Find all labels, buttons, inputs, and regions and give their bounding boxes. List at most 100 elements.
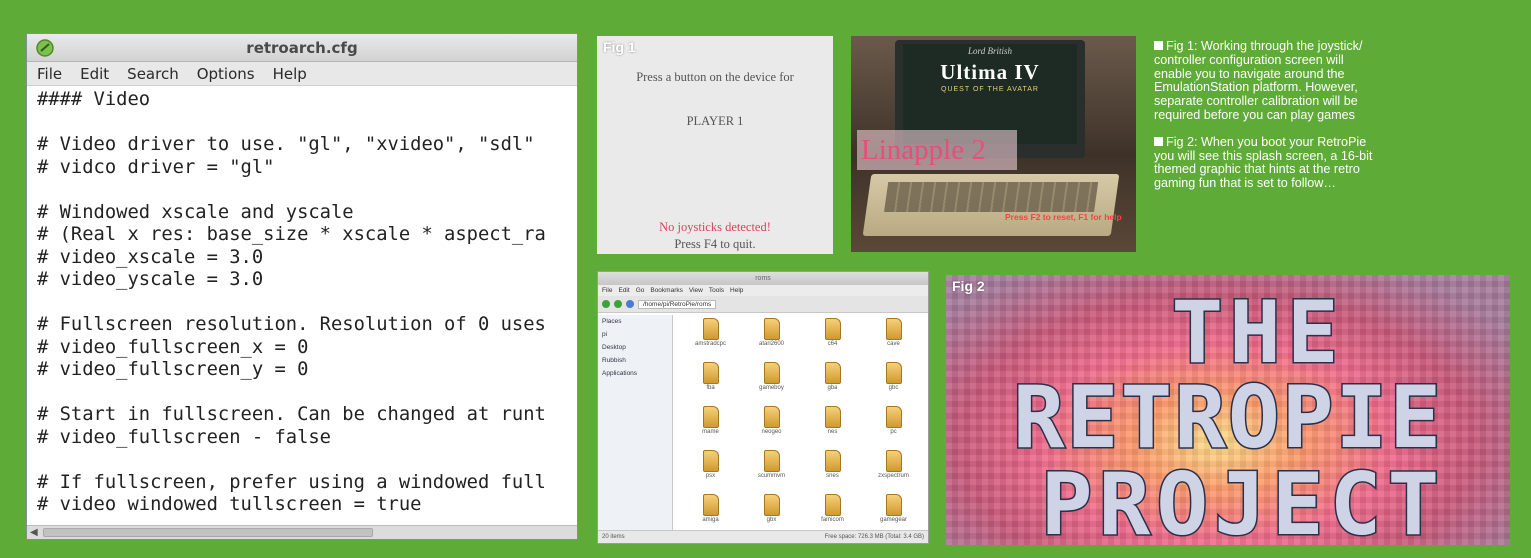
fm-menu-help[interactable]: Help	[730, 285, 743, 296]
fm-folder-item[interactable]: scummvm	[741, 448, 802, 492]
fm-folder-item[interactable]: snes	[802, 448, 863, 492]
fm-folder-label: zxspectrum	[878, 473, 909, 479]
caption-fig1-text: Fig 1: Working through the joystick/ con…	[1154, 39, 1363, 122]
ultima-apple2-photo: Lord British Ultima IV QUEST OF THE AVAT…	[851, 36, 1136, 252]
caption-bullet-icon	[1154, 41, 1163, 50]
fm-folder-label: famicom	[821, 517, 844, 523]
fm-folder-label: gameboy	[759, 385, 784, 391]
folder-icon	[824, 494, 841, 516]
fm-folder-item[interactable]: neogeo	[741, 404, 802, 448]
folder-icon	[702, 318, 719, 340]
fm-folder-item[interactable]: c64	[802, 316, 863, 360]
fm-folder-label: amiga	[702, 517, 719, 523]
monitor-screen: Lord British Ultima IV QUEST OF THE AVAT…	[903, 44, 1077, 144]
folder-icon	[824, 362, 841, 384]
fm-folder-label: c64	[827, 341, 838, 347]
fm-folder-label: gbx	[766, 517, 777, 523]
splash-line-project: PROJECT	[1039, 454, 1446, 546]
caption-fig1: Fig 1: Working through the joystick/ con…	[1154, 39, 1376, 123]
fm-sidebar-desktop[interactable]: Desktop	[598, 341, 672, 354]
fm-folder-item[interactable]: fba	[680, 360, 741, 404]
fm-folder-item[interactable]: cave	[863, 316, 924, 360]
keyboard-keys	[884, 182, 1099, 212]
fm-folder-item[interactable]: atari2600	[741, 316, 802, 360]
apple2-keyboard	[862, 174, 1120, 236]
fm-folder-item[interactable]: pc	[863, 404, 924, 448]
folder-icon	[763, 318, 780, 340]
folder-icon	[763, 362, 780, 384]
folder-icon	[824, 450, 841, 472]
fm-folder-label: snes	[826, 473, 839, 479]
fm-folder-label: pc	[890, 429, 897, 435]
folder-icon	[763, 450, 780, 472]
editor-text-area[interactable]: #### Video # Video driver to use. "gl", …	[27, 86, 577, 515]
fm-sidebar-applications[interactable]: Applications	[598, 367, 672, 380]
fm-folder-item[interactable]: gbc	[863, 360, 924, 404]
fm-menu-edit[interactable]: Edit	[618, 285, 629, 296]
fm-folder-label: fba	[706, 385, 715, 391]
horizontal-scrollbar[interactable]: ◀	[27, 525, 577, 539]
forward-icon[interactable]	[614, 300, 622, 308]
fm-folder-label: psx	[705, 473, 716, 479]
folder-icon	[702, 494, 719, 516]
fm-folder-item[interactable]: gba	[802, 360, 863, 404]
folder-icon	[885, 318, 902, 340]
fm-sidebar-rubbish[interactable]: Rubbish	[598, 354, 672, 367]
player-label: PLAYER 1	[686, 114, 744, 128]
menu-help[interactable]: Help	[273, 65, 307, 83]
menu-file[interactable]: File	[37, 65, 62, 83]
retroarch-editor-window: retroarch.cfg File Edit Search Options H…	[26, 33, 578, 540]
fm-menu-file[interactable]: File	[602, 285, 612, 296]
game-subtitle: Lord British	[968, 46, 1012, 56]
no-joysticks-warning: No joysticks detected!	[659, 220, 771, 234]
fm-sidebar-home[interactable]: pi	[598, 328, 672, 341]
fm-toolbar: /home/pi/RetroPie/roms	[598, 296, 928, 313]
editor-menubar: File Edit Search Options Help	[27, 62, 577, 86]
fig1-label: Fig 1	[603, 39, 636, 55]
folder-icon	[885, 450, 902, 472]
fm-folder-label: scummvm	[757, 473, 786, 479]
fm-menu-tools[interactable]: Tools	[709, 285, 724, 296]
caption-fig2: Fig 2: When you boot your RetroPie you w…	[1154, 135, 1376, 191]
home-icon[interactable]	[626, 300, 634, 308]
fm-menu-bookmarks[interactable]: Bookmarks	[650, 285, 683, 296]
fm-sidebar-heading: Places	[602, 318, 622, 325]
fig2-label: Fig 2	[952, 278, 985, 294]
fm-folder-label: mame	[702, 429, 719, 435]
folder-icon	[763, 406, 780, 428]
fm-title: roms	[598, 272, 928, 285]
fm-folder-item[interactable]: nes	[802, 404, 863, 448]
game-title: Ultima IV	[940, 60, 1040, 84]
scrollbar-thumb[interactable]	[43, 528, 373, 537]
menu-options[interactable]: Options	[197, 65, 255, 83]
fm-folder-item[interactable]: mame	[680, 404, 741, 448]
file-manager-window: roms File Edit Go Bookmarks View Tools H…	[597, 271, 929, 544]
fm-folder-label: gba	[827, 385, 838, 391]
folder-icon	[702, 450, 719, 472]
editor-title: retroarch.cfg	[246, 39, 358, 57]
fm-folder-item[interactable]: gameboy	[741, 360, 802, 404]
fm-menubar: File Edit Go Bookmarks View Tools Help	[598, 285, 928, 296]
fm-folder-item[interactable]: amstradcpc	[680, 316, 741, 360]
folder-icon	[763, 494, 780, 516]
fm-menu-go[interactable]: Go	[636, 285, 645, 296]
folder-icon	[702, 406, 719, 428]
splash-line-retropie: RETROPIE	[1011, 367, 1444, 470]
folder-icon	[824, 318, 841, 340]
fm-free-space: Free space: 726.3 MB (Total: 3.4 GB)	[824, 534, 924, 540]
fm-folder-label: amstradcpc	[694, 341, 726, 347]
fm-sidebar: Places pi Desktop Rubbish Applications	[598, 315, 673, 530]
fm-folder-label: nes	[827, 429, 838, 435]
folder-icon	[702, 362, 719, 384]
fm-menu-view[interactable]: View	[689, 285, 703, 296]
press-button-prompt: Press a button on the device for	[636, 70, 794, 84]
fm-folder-item[interactable]: psx	[680, 448, 741, 492]
folder-icon	[885, 362, 902, 384]
menu-edit[interactable]: Edit	[80, 65, 109, 83]
fm-folder-item[interactable]: zxspectrum	[863, 448, 924, 492]
fm-folder-label: gamegear	[879, 517, 908, 523]
fm-path-bar[interactable]: /home/pi/RetroPie/roms	[638, 299, 717, 309]
back-icon[interactable]	[602, 300, 610, 308]
scroll-left-icon[interactable]: ◀	[30, 526, 38, 539]
menu-search[interactable]: Search	[127, 65, 179, 83]
